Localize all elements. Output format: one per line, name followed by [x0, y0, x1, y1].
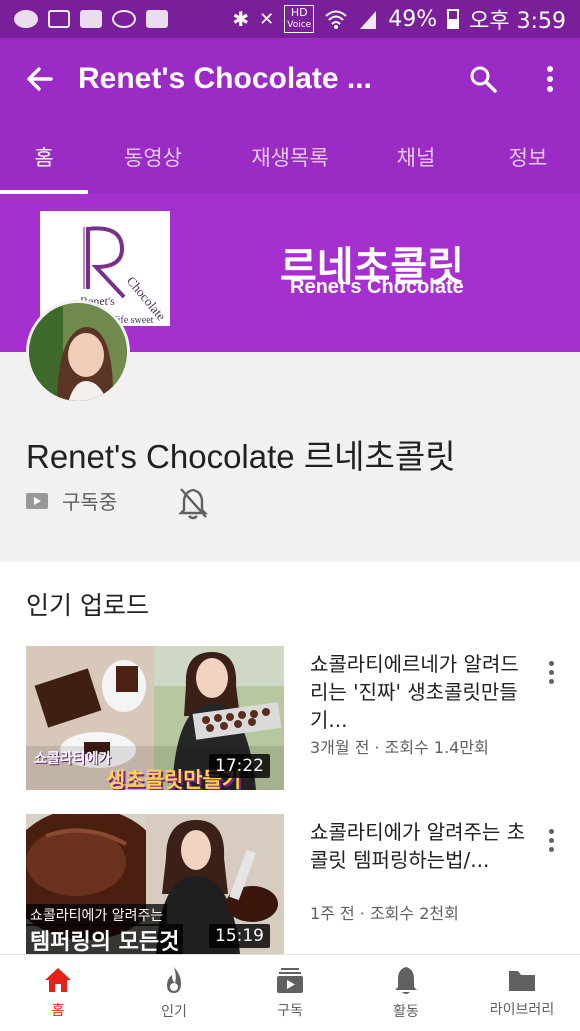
subscribe-label: 구독중 — [62, 490, 118, 514]
video-title[interactable]: 쇼콜라티에가 알려주는 초콜릿 템퍼링하는법/... — [310, 818, 530, 874]
video-meta: 1주 전 · 조회수 2천회 — [310, 904, 459, 923]
more-options-button[interactable] — [520, 38, 580, 120]
video-duration: 17:22 — [209, 754, 270, 778]
video-meta: 3개월 전 · 조회수 1.4만회 — [310, 738, 489, 757]
nav-label: 홈 — [51, 1003, 65, 1019]
nav-trending[interactable]: 인기 — [116, 955, 232, 1031]
nav-label: 인기 — [161, 1004, 187, 1020]
back-button[interactable] — [0, 38, 78, 120]
search-icon — [470, 66, 497, 93]
video-thumbnail[interactable]: 쇼콜라티에가 알려주는 템퍼링의 모든것 15:19 — [26, 814, 284, 954]
video-title[interactable]: 쇼콜라티에르네가 알려드리는 '진짜' 생초콜릿만들기... — [310, 650, 530, 734]
notification-bell-button[interactable] — [178, 486, 208, 520]
subscriptions-icon — [277, 968, 303, 993]
bottom-navigation: 홈 인기 구독 활동 라이브러리 — [0, 954, 580, 1031]
chat-icon — [14, 10, 38, 28]
bluetooth-icon: ✱ — [232, 7, 250, 31]
youtube-subscribed-icon — [26, 492, 48, 509]
wifi-icon — [325, 10, 347, 29]
status-bar: ✱ ✕ HD Voice 49% 오후 3:59 — [0, 0, 580, 38]
mail-icon — [48, 10, 70, 28]
nav-label: 라이브러리 — [489, 1002, 555, 1018]
thumbnail-caption-bottom: 템퍼링의 모든것 — [26, 924, 184, 954]
note-icon — [80, 10, 102, 28]
signal-icon — [360, 11, 377, 29]
hd-voice-icon: HD Voice — [284, 5, 315, 33]
search-button[interactable] — [446, 38, 520, 120]
bell-icon — [395, 967, 417, 994]
section-title: 인기 업로드 — [26, 591, 149, 620]
tab-about[interactable]: 정보 — [488, 120, 568, 194]
video-item[interactable]: 쇼콜라티에가 알려주는 템퍼링의 모든것 15:19 쇼콜라티에가 알려주는 초… — [0, 814, 580, 954]
channel-name: Renet's Chocolate 르네초콜릿 — [26, 438, 456, 475]
banner-subtitle: Renet’s Chocolate — [290, 276, 464, 298]
tab-home[interactable]: 홈 — [0, 120, 88, 194]
video-item[interactable]: 쇼콜라티에가 생초콜릿만들기 17:22 쇼콜라티에르네가 알려드리는 '진짜'… — [0, 646, 580, 790]
video-more-button[interactable] — [536, 822, 566, 858]
battery-percent: 49% — [388, 6, 438, 32]
folder-icon — [509, 971, 535, 991]
nav-label: 활동 — [393, 1004, 419, 1020]
mute-icon: ✕ — [259, 8, 275, 30]
nav-library[interactable]: 라이브러리 — [464, 955, 580, 1031]
thumbnail-caption-top: 쇼콜라티에가 알려주는 — [26, 904, 168, 926]
tab-playlists[interactable]: 재생목록 — [234, 120, 346, 194]
avatar[interactable] — [26, 300, 130, 404]
trending-icon — [167, 967, 181, 993]
tab-videos[interactable]: 동영상 — [98, 120, 208, 194]
nav-home[interactable]: 홈 — [0, 955, 116, 1031]
app-bar: Renet's Chocolate ... — [0, 38, 580, 120]
app-icon — [112, 10, 136, 28]
tab-channels[interactable]: 채널 — [376, 120, 456, 194]
bell-off-icon — [178, 488, 208, 520]
video-more-button[interactable] — [536, 654, 566, 690]
battery-icon — [447, 9, 460, 29]
nav-label: 구독 — [277, 1003, 303, 1019]
subscribe-button[interactable]: 구독중 — [26, 486, 117, 515]
channel-tabs: 홈 동영상 재생목록 채널 정보 — [0, 120, 580, 194]
nav-subscriptions[interactable]: 구독 — [232, 955, 348, 1031]
clock: 오후 3:59 — [469, 9, 566, 34]
nav-activity[interactable]: 활동 — [348, 955, 464, 1031]
arrow-back-icon — [27, 67, 53, 91]
video-thumbnail[interactable]: 쇼콜라티에가 생초콜릿만들기 17:22 — [26, 646, 284, 790]
news-icon — [146, 10, 168, 28]
more-vert-icon — [547, 66, 553, 92]
video-duration: 15:19 — [209, 924, 270, 948]
page-title: Renet's Chocolate ... — [78, 62, 372, 95]
thumbnail-caption-top: 쇼콜라티에가 — [34, 751, 112, 767]
home-icon — [45, 968, 71, 992]
